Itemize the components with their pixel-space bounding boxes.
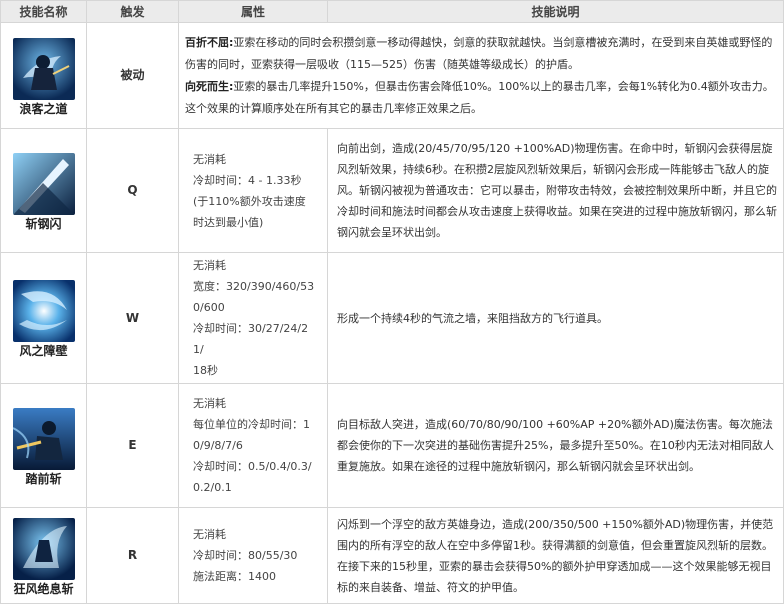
skill-name: 浪客之道 [19,101,68,116]
passive-part2-text: 亚索的暴击几率提升150%，但暴击伤害会降低10%。100%以上的暴击几率，会每… [185,79,774,115]
passive-skill-icon [12,37,75,100]
attr-line: 0.2/0.1 [193,481,232,494]
skill-name: 踏前斩 [25,471,62,486]
e-skill-icon [12,407,75,470]
r-skill-icon [12,517,75,580]
trigger-key: W [86,252,179,384]
trigger-key: 被动 [86,22,179,129]
attr-line: 18秒 [193,364,218,377]
passive-part1-title: 百折不屈: [185,35,234,49]
attr-line: 冷却时间：80/55/30 [193,549,298,562]
trigger-key: Q [86,128,179,253]
table-row: 狂风绝息斩 R 无消耗 冷却时间：80/55/30 施法距离：1400 闪烁到一… [0,507,784,604]
attr-line: 冷却时间：30/27/24/21/ [193,322,309,356]
skill-cell: 踏前斩 [0,383,87,508]
attr-line: 无消耗 [193,528,226,541]
e-description: 向目标敌人突进，造成(60/70/80/90/100 +60%AP +20%额外… [327,383,784,508]
attr-line: 无消耗 [193,397,226,410]
attr-line: 0/600 [193,301,225,314]
skill-name: 狂风绝息斩 [13,581,74,596]
header-skill-name: 技能名称 [0,0,87,23]
attr-line: 每位单位的冷却时间：1 [193,418,310,431]
skill-cell: 浪客之道 [0,22,87,129]
attr-line: 冷却时间：4 - 1.33秒 [193,173,302,187]
header-trigger: 触发 [86,0,179,23]
w-description: 形成一个持续4秒的气流之墙，来阻挡敌方的飞行道具。 [327,252,784,384]
q-description: 向前出剑，造成(20/45/70/95/120 +100%AD)物理伤害。在命中… [327,128,784,253]
q-attributes: 无消耗 冷却时间：4 - 1.33秒 (于110%额外攻击速度 时达到最小值) [178,128,328,253]
passive-part1-text: 亚索在移动的同时会积攒剑意一移动得越快，剑意的获取就越快。当剑意槽被充满时，在受… [185,35,773,71]
attr-line: 施法距离：1400 [193,570,276,583]
attr-line: 无消耗 [193,259,226,272]
attr-line: 无消耗 [193,152,226,166]
skill-cell: 斩钢闪 [0,128,87,253]
attr-line: 冷却时间：0.5/0.4/0.3/ [193,460,312,473]
header-attributes: 属性 [178,0,328,23]
table-row: 浪客之道 被动 百折不屈:亚索在移动的同时会积攒剑意一移动得越快，剑意的获取就越… [0,22,784,129]
table-row: 斩钢闪 Q 无消耗 冷却时间：4 - 1.33秒 (于110%额外攻击速度 时达… [0,128,784,253]
table-header-row: 技能名称 触发 属性 技能说明 [0,0,784,23]
skill-cell: 风之障壁 [0,252,87,384]
attr-line: 时达到最小值) [193,215,264,229]
trigger-key: R [86,507,179,604]
table-row: 踏前斩 E 无消耗 每位单位的冷却时间：1 0/9/8/7/6 冷却时间：0.5… [0,383,784,508]
attr-line: (于110%额外攻击速度 [193,194,306,208]
q-skill-icon [12,152,75,215]
trigger-key: E [86,383,179,508]
skill-cell: 狂风绝息斩 [0,507,87,604]
table-row: 风之障壁 W 无消耗 宽度：320/390/460/53 0/600 冷却时间：… [0,252,784,384]
r-attributes: 无消耗 冷却时间：80/55/30 施法距离：1400 [178,507,328,604]
r-description: 闪烁到一个浮空的敌方英雄身边，造成(200/350/500 +150%额外AD)… [327,507,784,604]
attr-line: 0/9/8/7/6 [193,439,243,452]
w-skill-icon [12,280,75,342]
skill-name: 斩钢闪 [25,216,62,231]
skill-name: 风之障壁 [19,344,68,358]
header-description: 技能说明 [327,0,784,23]
passive-description: 百折不屈:亚索在移动的同时会积攒剑意一移动得越快，剑意的获取就越快。当剑意槽被充… [178,22,784,129]
e-attributes: 无消耗 每位单位的冷却时间：1 0/9/8/7/6 冷却时间：0.5/0.4/0… [178,383,328,508]
attr-line: 宽度：320/390/460/53 [193,280,315,293]
skills-table: 技能名称 触发 属性 技能说明 浪客之道 被动 百折不屈:亚索在移动的同时会积攒… [0,0,784,604]
passive-part2-title: 向死而生: [185,79,234,93]
w-attributes: 无消耗 宽度：320/390/460/53 0/600 冷却时间：30/27/2… [178,252,328,384]
